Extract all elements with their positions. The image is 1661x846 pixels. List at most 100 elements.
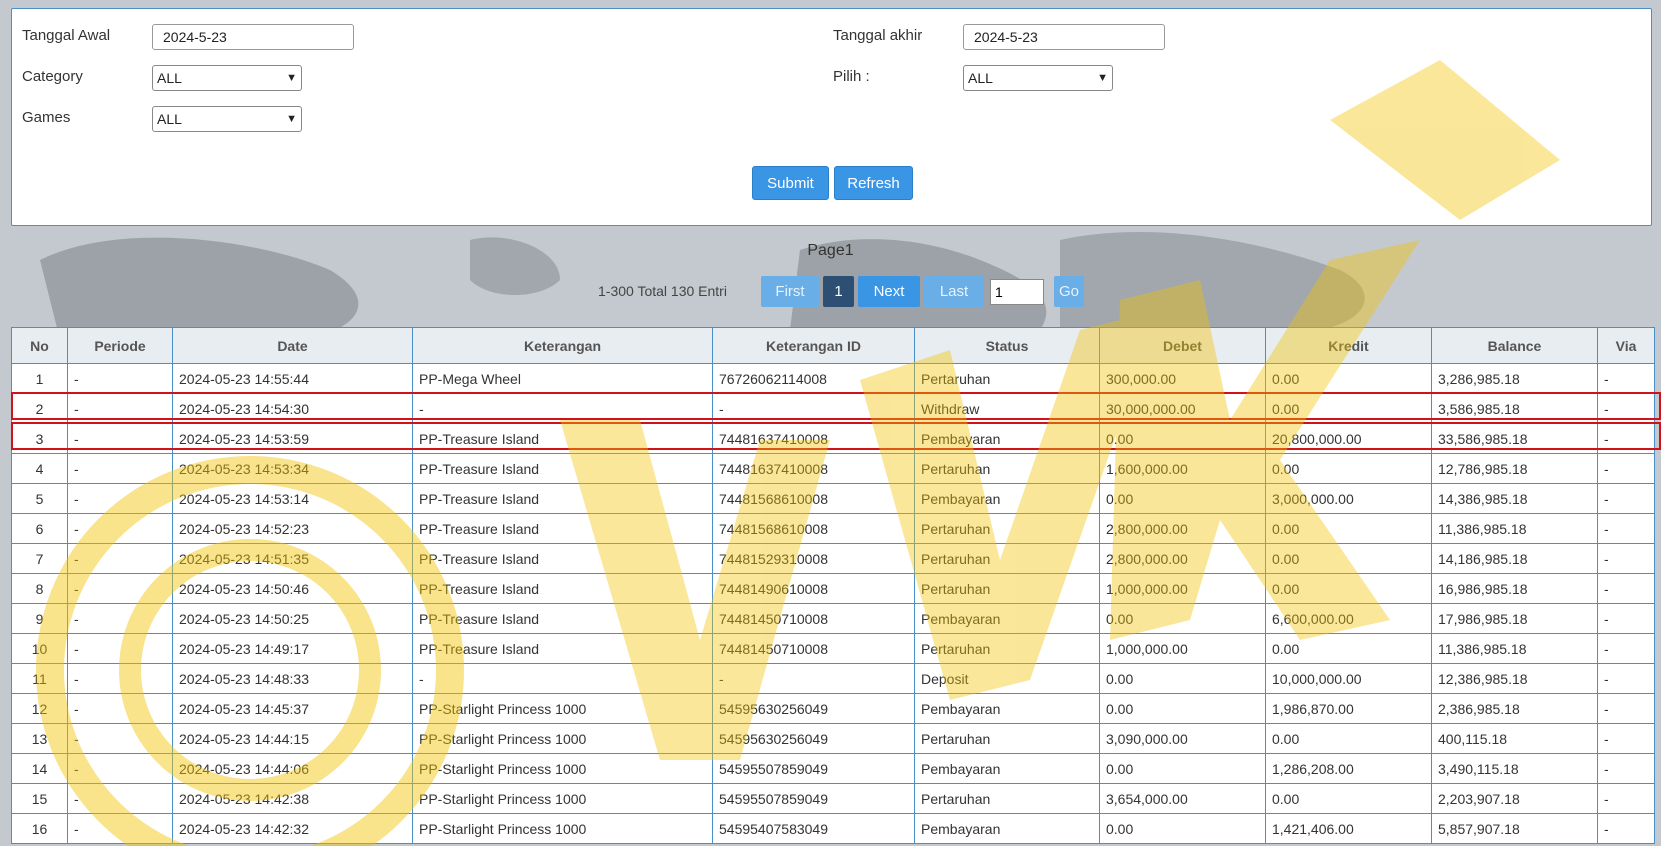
table-row: 2-2024-05-23 14:54:30- - Withdraw 30,000,00… (11, 393, 1655, 424)
column-header[interactable]: Keterangan ID (712, 327, 915, 364)
kredit-cell: 0.00 (1265, 783, 1432, 814)
end-date-input[interactable] (963, 24, 1165, 50)
games-select[interactable]: ALL ▼ (152, 106, 302, 132)
via-cell: - (1597, 693, 1655, 724)
status-cell: Pertaruhan (914, 543, 1100, 574)
date-cell: 2024-05-23 14:54:30 (172, 393, 413, 424)
balance-cell: 11,386,985.18 (1431, 633, 1598, 664)
keterangan-id-cell: 54595630256049 (712, 693, 915, 724)
no-cell: 3 (11, 423, 68, 454)
column-header[interactable]: No (11, 327, 68, 364)
start-date-input[interactable] (152, 24, 354, 50)
go-button[interactable]: Go (1054, 276, 1084, 307)
keterangan-id-cell: 74481529310008 (712, 543, 915, 574)
table-row: 6-2024-05-23 14:52:23 PP-Treasure Island 7… (11, 513, 1655, 544)
date-cell: 2024-05-23 14:50:25 (172, 603, 413, 634)
balance-cell: 3,490,115.18 (1431, 753, 1598, 784)
balance-cell: 3,286,985.18 (1431, 363, 1598, 394)
balance-cell: 17,986,985.18 (1431, 603, 1598, 634)
column-header[interactable]: Via (1597, 327, 1655, 364)
table-header-row: No Periode Date Keterangan Keterangan ID… (11, 327, 1655, 364)
periode-cell: - (67, 603, 173, 634)
no-cell: 12 (11, 693, 68, 724)
date-cell: 2024-05-23 14:44:15 (172, 723, 413, 754)
status-cell: Pembayaran (914, 423, 1100, 454)
date-cell: 2024-05-23 14:42:32 (172, 813, 413, 844)
column-header[interactable]: Periode (67, 327, 173, 364)
column-header[interactable]: Keterangan (412, 327, 713, 364)
via-cell: - (1597, 393, 1655, 424)
keterangan-cell: PP-Treasure Island (412, 483, 713, 514)
pilih-select-value: ALL (968, 70, 993, 86)
current-page-button[interactable]: 1 (823, 276, 854, 307)
via-cell: - (1597, 363, 1655, 394)
date-cell: 2024-05-23 14:53:59 (172, 423, 413, 454)
column-header[interactable]: Status (914, 327, 1100, 364)
periode-cell: - (67, 543, 173, 574)
date-cell: 2024-05-23 14:48:33 (172, 663, 413, 694)
kredit-cell: 3,000,000.00 (1265, 483, 1432, 514)
keterangan-cell: PP-Starlight Princess 1000 (412, 693, 713, 724)
refresh-button[interactable]: Refresh (834, 166, 913, 200)
keterangan-id-cell: 54595407583049 (712, 813, 915, 844)
submit-button[interactable]: Submit (752, 166, 829, 200)
debet-cell: 1,000,000.00 (1099, 633, 1266, 664)
status-cell: Pertaruhan (914, 513, 1100, 544)
kredit-cell: 0.00 (1265, 513, 1432, 544)
keterangan-cell: PP-Mega Wheel (412, 363, 713, 394)
page-title: Page1 (807, 242, 854, 259)
column-header[interactable]: Debet (1099, 327, 1266, 364)
status-cell: Pembayaran (914, 603, 1100, 634)
status-cell: Pembayaran (914, 813, 1100, 844)
via-cell: - (1597, 543, 1655, 574)
balance-cell: 12,786,985.18 (1431, 453, 1598, 484)
via-cell: - (1597, 513, 1655, 544)
table-row: 5-2024-05-23 14:53:14 PP-Treasure Island 7… (11, 483, 1655, 514)
status-cell: Pertaruhan (914, 723, 1100, 754)
via-cell: - (1597, 483, 1655, 514)
keterangan-cell: PP-Starlight Princess 1000 (412, 753, 713, 784)
via-cell: - (1597, 423, 1655, 454)
page-number-input[interactable] (990, 279, 1044, 305)
date-cell: 2024-05-23 14:51:35 (172, 543, 413, 574)
periode-cell: - (67, 693, 173, 724)
last-page-button[interactable]: Last (924, 276, 984, 307)
periode-cell: - (67, 813, 173, 844)
pagination-info: 1-300 Total 130 Entri (598, 283, 727, 299)
debet-cell: 2,800,000.00 (1099, 543, 1266, 574)
next-page-button[interactable]: Next (858, 276, 920, 307)
keterangan-id-cell: 74481450710008 (712, 603, 915, 634)
pilih-select[interactable]: ALL ▼ (963, 65, 1113, 91)
column-header[interactable]: Date (172, 327, 413, 364)
periode-cell: - (67, 363, 173, 394)
status-cell: Pembayaran (914, 483, 1100, 514)
keterangan-id-cell: - (712, 393, 915, 424)
first-page-button[interactable]: First (761, 276, 819, 307)
balance-cell: 14,386,985.18 (1431, 483, 1598, 514)
balance-cell: 16,986,985.18 (1431, 573, 1598, 604)
status-cell: Pembayaran (914, 693, 1100, 724)
periode-cell: - (67, 423, 173, 454)
keterangan-id-cell: 76726062114008 (712, 363, 915, 394)
periode-cell: - (67, 783, 173, 814)
column-header[interactable]: Balance (1431, 327, 1598, 364)
no-cell: 14 (11, 753, 68, 784)
date-cell: 2024-05-23 14:42:38 (172, 783, 413, 814)
kredit-cell: 0.00 (1265, 363, 1432, 394)
kredit-cell: 0.00 (1265, 723, 1432, 754)
table-row: 10-2024-05-23 14:49:17 PP-Treasure Island… (11, 633, 1655, 664)
column-header[interactable]: Kredit (1265, 327, 1432, 364)
keterangan-id-cell: 74481568610008 (712, 483, 915, 514)
status-cell: Pertaruhan (914, 453, 1100, 484)
chevron-down-icon: ▼ (1097, 72, 1108, 84)
periode-cell: - (67, 393, 173, 424)
chevron-down-icon: ▼ (286, 113, 297, 125)
kredit-cell: 0.00 (1265, 543, 1432, 574)
kredit-cell: 1,286,208.00 (1265, 753, 1432, 784)
keterangan-id-cell: 54595507859049 (712, 783, 915, 814)
date-cell: 2024-05-23 14:45:37 (172, 693, 413, 724)
games-select-value: ALL (157, 111, 182, 127)
category-select[interactable]: ALL ▼ (152, 65, 302, 91)
kredit-cell: 1,421,406.00 (1265, 813, 1432, 844)
no-cell: 4 (11, 453, 68, 484)
